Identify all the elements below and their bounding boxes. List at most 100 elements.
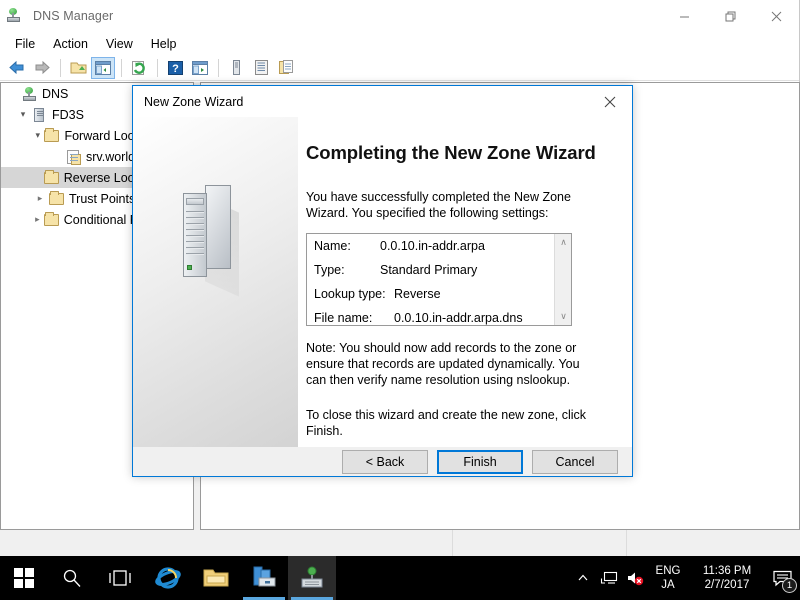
- server-icon: [31, 107, 48, 123]
- setting-row: File name: 0.0.10.in-addr.arpa.dns: [307, 306, 571, 325]
- wizard-closing-text: To close this wizard and create the new …: [306, 408, 586, 438]
- setting-value: 0.0.10.in-addr.arpa: [380, 239, 485, 253]
- menubar: File Action View Help: [0, 32, 799, 55]
- notification-center-button[interactable]: 1: [766, 556, 800, 600]
- forward-button[interactable]: [30, 57, 54, 79]
- refresh-button[interactable]: [127, 57, 151, 79]
- expander-closed-icon[interactable]: ▸: [32, 188, 48, 209]
- new-zone-wizard-dialog: New Zone Wizard Completing the New Zone …: [132, 85, 633, 477]
- task-view-icon[interactable]: [96, 556, 144, 600]
- language-indicator[interactable]: ENG JA: [648, 556, 688, 600]
- folder-icon: [43, 127, 60, 144]
- clock-time: 11:36 PM: [702, 565, 752, 577]
- scroll-up-icon[interactable]: ∧: [555, 234, 571, 251]
- window-titlebar: DNS Manager: [0, 0, 799, 32]
- language-secondary: JA: [661, 579, 675, 591]
- menu-help[interactable]: Help: [142, 34, 186, 54]
- notification-count-badge: 1: [782, 578, 797, 593]
- clock-date: 2/7/2017: [704, 579, 750, 591]
- tree-item-label: DNS: [42, 86, 69, 101]
- setting-value: Standard Primary: [380, 263, 478, 277]
- wizard-intro-text: You have successfully completed the New …: [306, 190, 571, 220]
- cancel-button[interactable]: Cancel: [532, 449, 618, 474]
- back-button[interactable]: < Back: [342, 449, 428, 474]
- setting-key: Name:: [314, 239, 351, 253]
- copy-button[interactable]: [274, 57, 298, 79]
- expander-icon[interactable]: [5, 83, 21, 104]
- file-explorer-icon[interactable]: [192, 556, 240, 600]
- toolbar-separator: [121, 58, 122, 77]
- zone-icon: [65, 149, 82, 165]
- dns-manager-icon[interactable]: [288, 556, 336, 600]
- expander-open-icon[interactable]: ▾: [32, 125, 43, 146]
- setting-row: Type: Standard Primary: [307, 258, 571, 282]
- volume-muted-icon[interactable]: [622, 556, 648, 600]
- toolbar: ?: [0, 55, 799, 81]
- statusbar-main: [0, 530, 452, 556]
- setting-row: Name: 0.0.10.in-addr.arpa: [307, 234, 571, 258]
- menu-view[interactable]: View: [97, 34, 142, 54]
- finish-button[interactable]: Finish: [437, 449, 523, 474]
- run-button[interactable]: [188, 57, 212, 79]
- server-manager-icon[interactable]: [240, 556, 288, 600]
- expander-icon[interactable]: [32, 167, 43, 188]
- system-tray: ENG JA 11:36 PM 2/7/2017 1: [570, 556, 800, 600]
- settings-scrollbar[interactable]: ∧ ∨: [554, 234, 571, 325]
- wizard-titlebar: New Zone Wizard: [133, 86, 632, 117]
- folder-icon: [43, 169, 60, 186]
- show-hidden-icons-icon[interactable]: [570, 556, 596, 600]
- statusbar-section-3: [626, 530, 800, 556]
- setting-key: Lookup type:: [314, 287, 386, 301]
- tree-item-label: srv.world: [86, 149, 136, 164]
- wizard-note-text: Note: You should now add records to the …: [306, 341, 580, 387]
- wizard-heading: Completing the New Zone Wizard: [306, 142, 596, 163]
- restore-button[interactable]: [707, 0, 753, 32]
- window-controls: [661, 0, 799, 32]
- menu-file[interactable]: File: [6, 34, 44, 54]
- dns-manager-icon: [7, 7, 25, 25]
- setting-row: Lookup type: Reverse: [307, 282, 571, 306]
- statusbar: [0, 530, 800, 556]
- list-button[interactable]: [249, 57, 273, 79]
- server-properties-button[interactable]: [224, 57, 248, 79]
- taskbar: ENG JA 11:36 PM 2/7/2017 1: [0, 556, 800, 600]
- svg-text:?: ?: [172, 63, 179, 75]
- expander-open-icon[interactable]: ▾: [15, 104, 31, 125]
- scroll-down-icon[interactable]: ∨: [555, 308, 571, 325]
- setting-key: File name:: [314, 311, 373, 325]
- toolbar-separator: [157, 58, 158, 77]
- folder-icon: [48, 190, 65, 207]
- up-one-level-button[interactable]: [66, 57, 90, 79]
- menu-action[interactable]: Action: [44, 34, 97, 54]
- folder-icon: [43, 211, 60, 228]
- tree-item-label: Trust Points: [69, 191, 136, 206]
- help-button[interactable]: ?: [163, 57, 187, 79]
- show-hide-console-tree-button[interactable]: [91, 56, 115, 79]
- language-primary: ENG: [655, 565, 681, 577]
- start-button[interactable]: [0, 556, 48, 600]
- network-icon[interactable]: [596, 556, 622, 600]
- close-button[interactable]: [753, 0, 799, 32]
- dns-root-icon: [21, 86, 38, 102]
- tree-item-label: FD3S: [52, 107, 84, 122]
- window-title: DNS Manager: [33, 9, 114, 23]
- setting-key: Type:: [314, 263, 345, 277]
- internet-explorer-icon[interactable]: [144, 556, 192, 600]
- wizard-main-panel: Completing the New Zone Wizard You have …: [298, 117, 632, 447]
- clock[interactable]: 11:36 PM 2/7/2017: [688, 556, 766, 600]
- settings-summary-list[interactable]: Name: 0.0.10.in-addr.arpa Type: Standard…: [306, 233, 572, 326]
- back-button[interactable]: [5, 57, 29, 79]
- toolbar-separator: [60, 58, 61, 77]
- wizard-banner: [133, 117, 298, 447]
- minimize-button[interactable]: [661, 0, 707, 32]
- wizard-footer: < Back Finish Cancel: [133, 447, 632, 476]
- setting-value: 0.0.10.in-addr.arpa.dns: [394, 311, 523, 325]
- toolbar-separator: [218, 58, 219, 77]
- search-icon[interactable]: [48, 556, 96, 600]
- server-tower-illustration: [171, 179, 245, 297]
- expander-closed-icon[interactable]: ▸: [32, 209, 43, 230]
- setting-value: Reverse: [394, 287, 441, 301]
- wizard-close-button[interactable]: [588, 86, 632, 117]
- wizard-body: Completing the New Zone Wizard You have …: [133, 117, 632, 447]
- wizard-title: New Zone Wizard: [144, 94, 244, 109]
